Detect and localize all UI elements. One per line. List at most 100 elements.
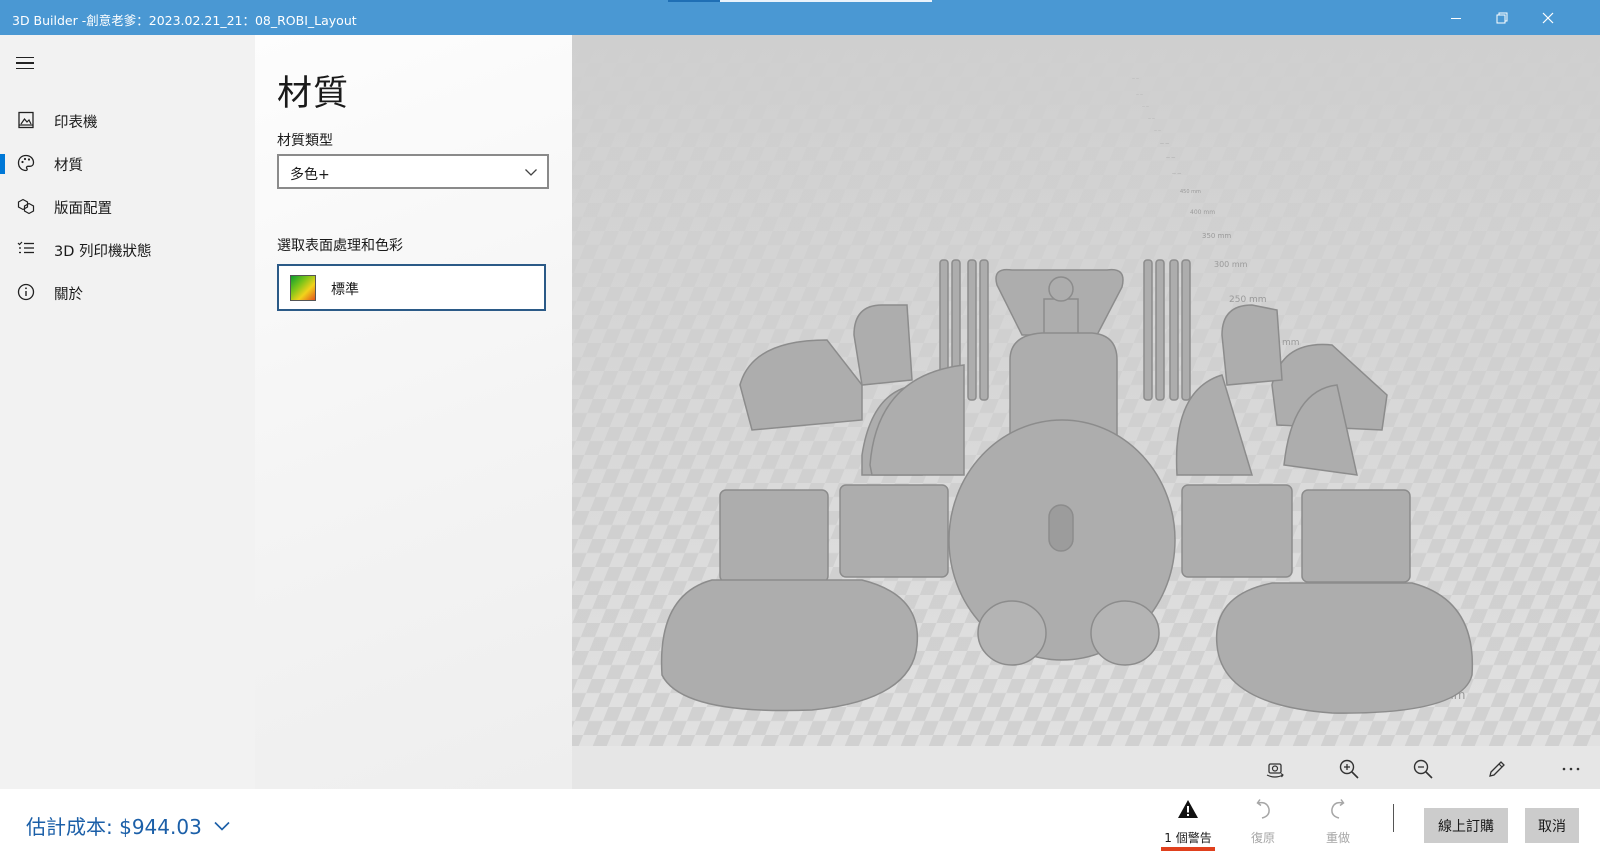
camera-orbit-button[interactable] (1260, 754, 1290, 784)
zoom-in-button[interactable] (1334, 754, 1364, 784)
neck-knob (1048, 276, 1074, 302)
ruler-mark: — — (1166, 155, 1175, 160)
ruler-label: 350 mm (1202, 232, 1231, 240)
ruler-label: 250 mm (1229, 295, 1267, 305)
nav-item-layout[interactable]: 版面配置 (0, 186, 255, 226)
order-online-button[interactable]: 線上訂購 (1424, 808, 1508, 843)
app-window: 3D Builder -創意老爹：2023.02.21_21：08_ROBI_L… (0, 0, 1600, 857)
nav-item-label: 版面配置 (54, 201, 112, 217)
right-foot (1215, 582, 1474, 714)
printer-icon (18, 111, 34, 129)
more-button[interactable] (1556, 754, 1586, 784)
right-eye (1090, 600, 1160, 666)
left-foot (660, 579, 919, 712)
nav-item-label: 印表機 (54, 115, 98, 131)
pencil-icon (1489, 761, 1505, 777)
zoom-in-icon (1339, 759, 1359, 779)
left-eye (977, 600, 1047, 666)
restore-icon (1496, 12, 1508, 23)
ruler-mark: — — (1148, 116, 1155, 120)
undo-icon (1256, 799, 1270, 819)
3d-scene: 250 mm 300 mm 350 mm 400 mm 450 mm — — —… (572, 35, 1600, 746)
right-block (1181, 484, 1293, 578)
ruler-label: 450 mm (1180, 189, 1201, 195)
window-title: 3D Builder -創意老爹：2023.02.21_21：08_ROBI_L… (12, 13, 357, 28)
ruler-mark: mm (1282, 338, 1300, 348)
palette-icon (17, 154, 35, 172)
cancel-button[interactable]: 取消 (1525, 808, 1579, 843)
right-bracket (1221, 304, 1283, 386)
estimated-cost-label: 估計成本: $944.03 (26, 815, 202, 839)
ruler-mark: — — (1142, 104, 1149, 108)
nav-item-material[interactable]: 材質 (0, 143, 255, 183)
finish-label: 選取表面處理和色彩 (277, 238, 403, 254)
nav-item-printer-status[interactable]: 3D 列印機狀態 (0, 229, 255, 269)
color-swatch (290, 275, 316, 301)
bottom-command-bar: 估計成本: $944.03 1 個警告 復原 重做 線上訂購 取消 (0, 789, 1600, 857)
nav-item-label: 3D 列印機狀態 (54, 244, 152, 260)
left-block (839, 484, 949, 578)
redo-icon (1331, 799, 1345, 819)
layout-icon (17, 198, 35, 215)
more-icon (1562, 767, 1580, 771)
info-icon (17, 283, 35, 301)
3d-viewport[interactable]: 250 mm 300 mm 350 mm 400 mm 450 mm — — —… (572, 35, 1600, 746)
edit-button[interactable] (1482, 754, 1512, 784)
head-slot (1048, 504, 1074, 552)
zoom-out-icon (1413, 759, 1433, 779)
pillar (979, 259, 989, 401)
pillar (1155, 259, 1165, 401)
ruler-mark: — — (1136, 92, 1143, 96)
left-navigation: 印表機 材質 版面配置 3D 列印機狀態 關於 (0, 35, 255, 789)
ruler-mark: — — (1160, 141, 1169, 146)
zoom-out-button[interactable] (1408, 754, 1438, 784)
pillar (1181, 259, 1191, 401)
left-block (719, 489, 829, 583)
warnings-button[interactable]: 1 個警告 (1156, 793, 1220, 853)
warning-underline (1161, 847, 1215, 851)
title-bar: 3D Builder -創意老爹：2023.02.21_21：08_ROBI_L… (0, 0, 1600, 35)
material-type-dropdown[interactable]: 多色+ (277, 154, 549, 189)
ruler-label: 300 mm (1214, 260, 1248, 269)
left-bracket (853, 304, 913, 386)
pillar (967, 259, 977, 401)
undo-button[interactable]: 復原 (1231, 793, 1295, 853)
command-separator (1393, 804, 1394, 832)
chevron-down-icon (525, 169, 537, 176)
page-title: 材質 (277, 74, 350, 114)
titlebar-light-strip (720, 0, 932, 2)
undo-label: 復原 (1250, 831, 1275, 845)
finish-option-label: 標準 (331, 282, 359, 298)
redo-label: 重做 (1325, 831, 1350, 845)
camera-orbit-icon (1266, 763, 1284, 778)
material-type-label: 材質類型 (277, 133, 333, 149)
pillar (1169, 259, 1179, 401)
restore-button[interactable] (1479, 0, 1525, 35)
view-toolbar (572, 746, 1600, 789)
material-type-value: 多色+ (290, 167, 330, 183)
redo-button[interactable]: 重做 (1306, 793, 1370, 853)
minimize-button[interactable] (1433, 0, 1479, 35)
finish-option-standard[interactable]: 標準 (277, 264, 546, 311)
close-button[interactable] (1525, 0, 1571, 35)
ruler-mark: — — (1172, 171, 1181, 176)
ruler-mark: — — (1154, 128, 1161, 132)
material-panel: 材質 材質類型 多色+ 選取表面處理和色彩 標準 (255, 35, 572, 789)
selection-indicator (0, 154, 5, 174)
close-icon (1542, 12, 1554, 23)
warning-icon (1178, 800, 1198, 818)
nav-item-about[interactable]: 關於 (0, 272, 255, 312)
hamburger-menu-icon[interactable] (16, 53, 36, 73)
nav-item-printer[interactable]: 印表機 (0, 100, 255, 140)
pillar (1143, 259, 1153, 401)
chevron-down-icon (214, 821, 230, 831)
list-status-icon (17, 241, 34, 254)
nav-item-label: 關於 (54, 287, 83, 303)
nav-item-label: 材質 (54, 158, 83, 174)
minimize-icon (1451, 17, 1461, 19)
warnings-label: 1 個警告 (1164, 831, 1212, 845)
right-block (1301, 489, 1411, 583)
ruler-mark: — — (1132, 76, 1139, 80)
ruler-label: 400 mm (1190, 209, 1215, 216)
estimated-cost-toggle[interactable]: 估計成本: $944.03 (26, 811, 232, 840)
